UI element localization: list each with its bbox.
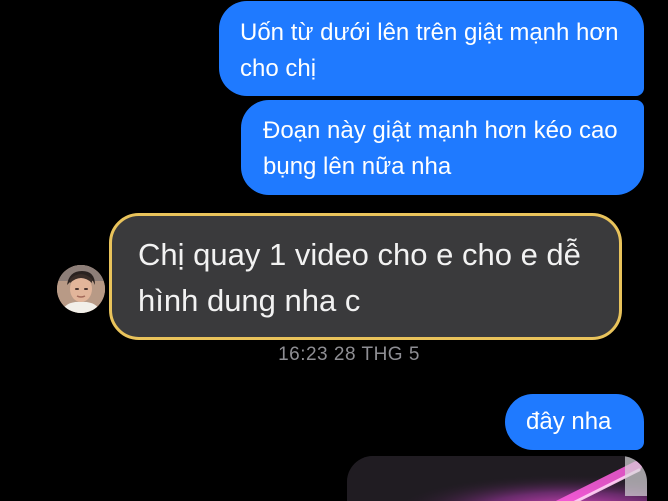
- sent-message-bubble[interactable]: Đoạn này giật mạnh hơn kéo cao bụng lên …: [241, 100, 644, 195]
- message-text: đây nha: [526, 408, 612, 435]
- video-message-thumbnail[interactable]: [347, 456, 647, 501]
- chat-thread: Uốn từ dưới lên trên giật mạnh hơn cho c…: [0, 0, 668, 501]
- message-text: Đoạn này giật mạnh hơn kéo cao bụng lên …: [263, 117, 618, 180]
- sent-message-bubble[interactable]: Uốn từ dưới lên trên giật mạnh hơn cho c…: [219, 1, 644, 96]
- video-preview-image: [347, 456, 647, 501]
- message-timestamp: 16:23 28 THG 5: [278, 344, 420, 365]
- avatar-photo-icon: [57, 265, 105, 313]
- received-message-bubble[interactable]: Chị quay 1 video cho e cho e dễ hình dun…: [109, 213, 622, 340]
- message-text: Uốn từ dưới lên trên giật mạnh hơn cho c…: [240, 19, 619, 82]
- sent-message-bubble[interactable]: đây nha: [505, 394, 644, 450]
- message-text: Chị quay 1 video cho e cho e dễ hình dun…: [138, 237, 581, 318]
- contact-avatar[interactable]: [57, 265, 105, 313]
